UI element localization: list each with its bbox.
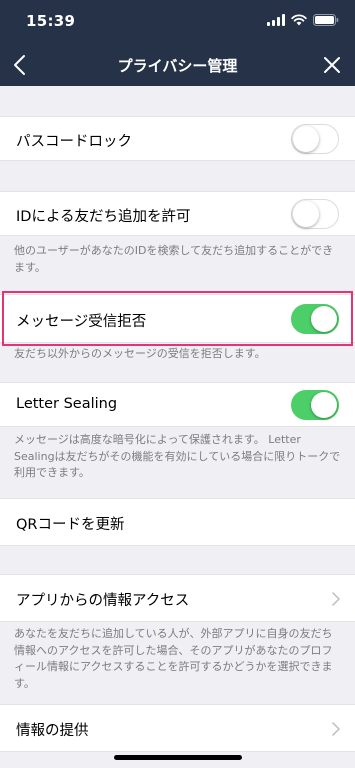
add-by-id-description: 他のユーザーがあなたのIDを検索して友だち追加することができます。 xyxy=(14,244,334,274)
letter-sealing-label: Letter Sealing xyxy=(16,396,118,412)
block-messages-row[interactable]: メッセージ受信拒否 xyxy=(0,294,355,343)
qr-code-update-row[interactable]: QRコードを更新 xyxy=(0,498,355,546)
app-info-access-description: あなたを友だちに追加している人が、外部アプリに自身の友だち情報へのアクセスを許可… xyxy=(14,627,333,690)
app-info-access-label: アプリからの情報アクセス xyxy=(16,593,190,609)
block-messages-label: メッセージ受信拒否 xyxy=(16,314,147,330)
letter-sealing-description: メッセージは高度な暗号化によって保護されます。 Letter Sealingは友… xyxy=(14,433,341,479)
block-messages-description: 友だち以外からのメッセージの受信を拒否します。 xyxy=(14,347,266,360)
status-bar: 15:39 xyxy=(0,0,355,44)
chevron-right-icon xyxy=(332,722,340,736)
navigation-bar: プライバシー管理 xyxy=(0,44,355,86)
battery-icon xyxy=(313,14,339,26)
add-by-id-row[interactable]: IDによる友だち追加を許可 xyxy=(0,191,355,236)
wifi-icon xyxy=(291,14,307,26)
status-icons xyxy=(267,14,339,26)
add-by-id-label: IDによる友だち追加を許可 xyxy=(16,209,191,225)
passcode-lock-row[interactable]: パスコードロック xyxy=(0,116,355,161)
cellular-signal-icon xyxy=(267,14,285,26)
close-icon xyxy=(324,57,340,73)
block-messages-toggle[interactable] xyxy=(291,304,339,334)
page-title: プライバシー管理 xyxy=(117,57,238,75)
info-provision-row[interactable]: 情報の提供 xyxy=(0,704,355,752)
app-info-access-row[interactable]: アプリからの情報アクセス xyxy=(0,574,355,622)
info-provision-label: 情報の提供 xyxy=(16,723,89,739)
letter-sealing-toggle[interactable] xyxy=(291,390,339,420)
letter-sealing-row[interactable]: Letter Sealing xyxy=(0,382,355,427)
qr-code-update-label: QRコードを更新 xyxy=(16,517,125,533)
passcode-lock-label: パスコードロック xyxy=(16,134,132,150)
add-by-id-toggle[interactable] xyxy=(291,199,339,229)
close-button[interactable] xyxy=(317,50,347,80)
status-time: 15:39 xyxy=(26,12,76,30)
home-indicator xyxy=(114,755,242,760)
chevron-right-icon xyxy=(332,592,340,606)
passcode-lock-toggle[interactable] xyxy=(291,124,339,154)
